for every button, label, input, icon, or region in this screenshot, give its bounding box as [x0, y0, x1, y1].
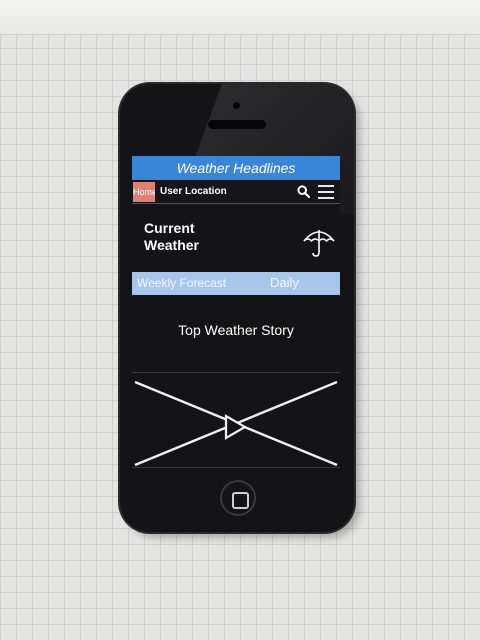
- front-camera: [233, 102, 240, 109]
- tab-weekly-forecast[interactable]: Weekly Forecast: [137, 272, 226, 295]
- umbrella-icon: [303, 230, 335, 257]
- home-button-square-icon: [232, 492, 249, 509]
- search-icon[interactable]: [297, 185, 310, 198]
- tab-daily[interactable]: Daily: [270, 272, 299, 294]
- forecast-tabs: Weekly Forecast Daily: [132, 272, 340, 295]
- phone-screen: Weather Headlines Home User Location Cur…: [132, 156, 340, 468]
- menu-icon[interactable]: [317, 184, 335, 200]
- play-icon: [224, 414, 248, 440]
- home-button[interactable]: Home: [133, 182, 155, 202]
- nav-bar: Home User Location: [132, 181, 340, 204]
- current-weather-label: Current Weather: [144, 220, 199, 253]
- phone-mockup: Weather Headlines Home User Location Cur…: [120, 84, 354, 532]
- top-weather-story-label[interactable]: Top Weather Story: [132, 322, 340, 338]
- device-home-button[interactable]: [220, 480, 256, 516]
- app-title-bar: Weather Headlines: [132, 156, 340, 180]
- video-placeholder[interactable]: [132, 372, 340, 468]
- user-location-label[interactable]: User Location: [160, 181, 227, 203]
- video-placeholder-graphic: [134, 380, 338, 467]
- window-top-edge: [0, 0, 480, 35]
- earpiece-speaker: [208, 120, 266, 129]
